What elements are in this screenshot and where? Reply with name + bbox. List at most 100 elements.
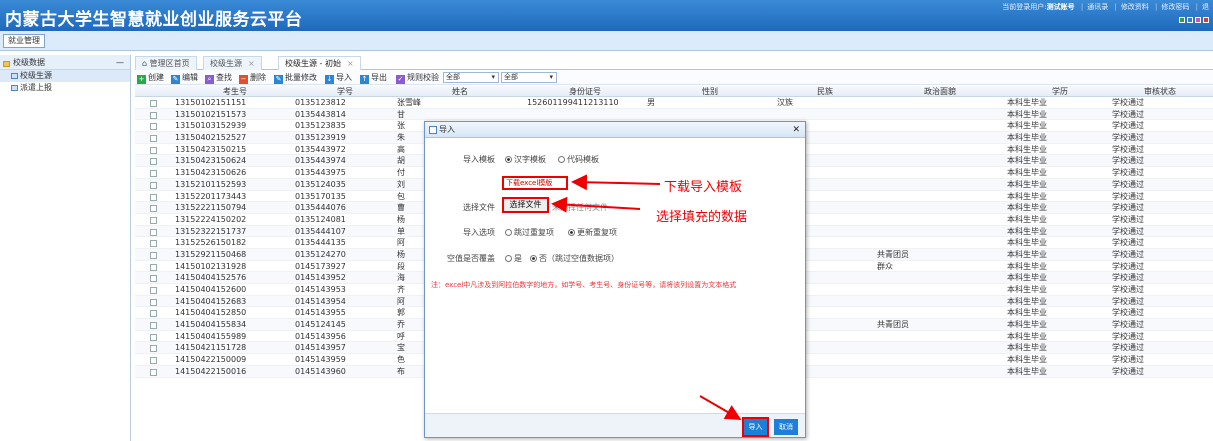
close-icon[interactable]: ×	[347, 59, 354, 68]
theme-blue-button[interactable]	[1187, 17, 1193, 23]
cell-name: 张雪峰	[397, 98, 421, 107]
radio-label: 跳过重复项	[514, 228, 554, 237]
tab-school-source[interactable]: 校级生源 ×	[203, 56, 262, 70]
cell-exam-no: 13152921150468	[175, 249, 247, 259]
col-gender[interactable]: 性别	[645, 86, 775, 97]
theme-pink-button[interactable]	[1195, 17, 1201, 23]
cell-review-status: 学校通过	[1112, 168, 1144, 178]
cell-education: 本科生毕业	[1007, 109, 1047, 119]
row-checkbox[interactable]	[150, 322, 157, 330]
delete-label: 删除	[250, 73, 266, 82]
delete-button[interactable]: − 删除	[239, 72, 266, 84]
col-education[interactable]: 学历	[1005, 86, 1115, 97]
col-exam-no[interactable]: 考生号	[175, 86, 295, 97]
logout-link[interactable]: 退	[1202, 3, 1209, 11]
choose-file-button[interactable]: 选择文件	[502, 197, 549, 213]
nav-employment-management[interactable]: 就业管理	[3, 34, 45, 48]
grid-icon	[11, 73, 18, 79]
radio-overwrite-yes[interactable]: 是	[505, 253, 522, 264]
format-note: 注：excel中凡涉及到阿拉伯数字的地方，如学号、考生号、身份证号等，请将该列设…	[431, 281, 737, 289]
sidebar-item-dispatch-report[interactable]: 派遣上报	[0, 82, 130, 94]
cell-education: 本科生毕业	[1007, 214, 1047, 224]
cell-exam-no: 13152322151737	[175, 226, 247, 236]
tab-school-source-initial[interactable]: 校级生源 - 初始 ×	[278, 56, 361, 70]
col-review-status[interactable]: 审核状态	[1110, 86, 1210, 97]
edit-button[interactable]: ✎ 编辑	[171, 72, 198, 84]
collapse-icon[interactable]: —	[116, 55, 124, 70]
tab-home[interactable]: ⌂ 管理区首页	[135, 56, 197, 70]
row-checkbox[interactable]	[150, 111, 157, 119]
col-political[interactable]: 政治面貌	[875, 86, 1005, 97]
table-row[interactable]: 13150102151151 0135123812 张雪峰 1526011994112…	[135, 97, 1213, 109]
row-checkbox[interactable]	[150, 240, 157, 248]
row-checkbox[interactable]	[150, 275, 157, 283]
radio-icon	[505, 255, 512, 262]
search-button[interactable]: ⌕ 查找	[205, 72, 232, 84]
sidebar-item-school-source[interactable]: 校级生源	[0, 70, 130, 82]
cell-student-no: 0145143952	[295, 273, 346, 283]
tab-label: 管理区首页	[149, 59, 190, 68]
row-checkbox[interactable]	[150, 181, 157, 189]
row-checkbox[interactable]	[150, 345, 157, 353]
radio-chinese-template[interactable]: 汉字模板	[505, 154, 546, 165]
change-password-link[interactable]: 修改密码	[1161, 3, 1189, 11]
radio-update-duplicates[interactable]: 更新重复项	[568, 227, 617, 238]
overwrite-label: 空值是否覆盖	[447, 254, 495, 263]
radio-overwrite-no[interactable]: 否（跳过空值数据项）	[530, 253, 619, 264]
batch-edit-button[interactable]: ✎ 批量修改	[274, 72, 317, 84]
row-checkbox[interactable]	[150, 170, 157, 178]
export-button[interactable]: ↑ 导出	[360, 72, 387, 84]
radio-code-template[interactable]: 代码模板	[558, 154, 599, 165]
row-checkbox[interactable]	[150, 228, 157, 236]
radio-skip-duplicates[interactable]: 跳过重复项	[505, 227, 554, 238]
cell-review-status: 学校通过	[1112, 296, 1144, 306]
grid-header: 考生号 学号 姓名 身份证号 性别 民族 政治面貌 学历 审核状态	[135, 86, 1213, 97]
download-template-link[interactable]: 下载excel模版	[502, 176, 568, 190]
close-icon[interactable]: ×	[248, 59, 255, 68]
col-ethnicity[interactable]: 民族	[775, 86, 875, 97]
delete-icon: −	[239, 75, 248, 84]
cell-student-no: 0135443974	[295, 156, 346, 166]
cell-exam-no: 13150423150626	[175, 168, 247, 178]
cell-id-number: 152601199411213110	[527, 98, 619, 107]
col-id-number[interactable]: 身份证号	[525, 86, 645, 97]
dialog-header: 导入 ✕	[425, 122, 805, 138]
create-button[interactable]: + 创建	[137, 72, 164, 84]
row-checkbox[interactable]	[150, 146, 157, 154]
cell-review-status: 学校通过	[1112, 331, 1144, 341]
contacts-link[interactable]: 通讯录	[1087, 3, 1108, 11]
col-name[interactable]: 姓名	[395, 86, 525, 97]
row-checkbox[interactable]	[150, 123, 157, 131]
row-checkbox[interactable]	[150, 216, 157, 224]
theme-red-button[interactable]	[1203, 17, 1209, 23]
row-checkbox[interactable]	[150, 135, 157, 143]
col-student-no[interactable]: 学号	[295, 86, 395, 97]
table-row[interactable]: 13150102151573 0135443814 甘 本科生毕业 学校通过	[135, 108, 1213, 121]
row-checkbox[interactable]	[150, 193, 157, 201]
cell-education: 本科生毕业	[1007, 331, 1047, 341]
row-checkbox[interactable]	[150, 205, 157, 213]
row-checkbox[interactable]	[150, 333, 157, 341]
row-checkbox[interactable]	[150, 251, 157, 259]
close-icon[interactable]: ✕	[792, 122, 800, 138]
edit-profile-link[interactable]: 修改资料	[1121, 3, 1149, 11]
batch-edit-icon: ✎	[274, 75, 283, 84]
row-checkbox[interactable]	[150, 310, 157, 318]
sidebar-header[interactable]: 校级数据 —	[0, 55, 130, 70]
row-checkbox[interactable]	[150, 263, 157, 271]
import-confirm-button[interactable]: 导入	[742, 417, 769, 437]
row-checkbox[interactable]	[150, 158, 157, 166]
rule-check-button[interactable]: ✓ 规则校验	[396, 72, 439, 84]
cell-education: 本科生毕业	[1007, 98, 1047, 107]
cell-ethnicity: 汉族	[777, 98, 793, 107]
cancel-button[interactable]: 取消	[774, 419, 798, 435]
row-checkbox[interactable]	[150, 100, 157, 107]
theme-green-button[interactable]	[1179, 17, 1185, 23]
row-checkbox[interactable]	[150, 357, 157, 365]
filter-select-2[interactable]: 全部 ▾	[501, 72, 557, 83]
filter-select-1[interactable]: 全部 ▾	[443, 72, 499, 83]
row-checkbox[interactable]	[150, 368, 157, 376]
import-button[interactable]: ↓ 导入	[325, 72, 352, 84]
row-checkbox[interactable]	[150, 298, 157, 306]
row-checkbox[interactable]	[150, 287, 157, 294]
